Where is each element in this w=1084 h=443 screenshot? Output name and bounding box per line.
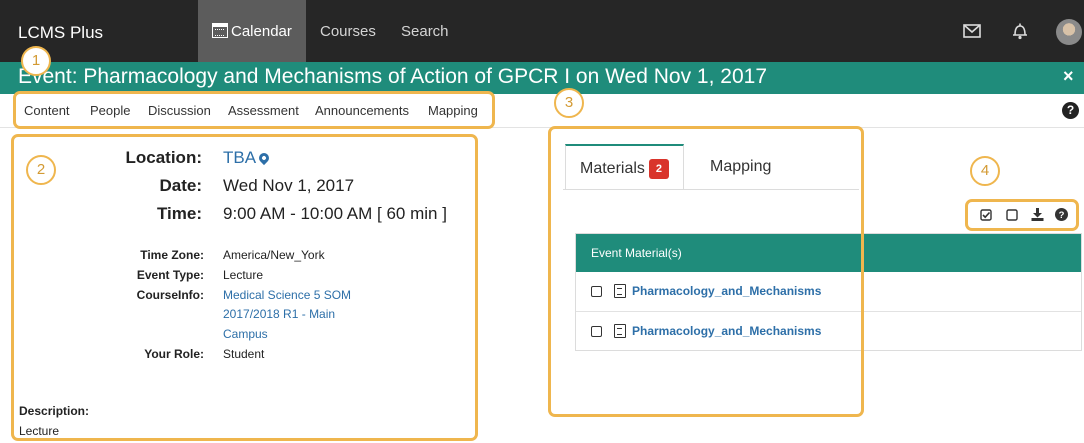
callout-3: 3 <box>554 88 584 118</box>
callout-4: 4 <box>970 156 1000 186</box>
calendar-icon <box>212 23 228 38</box>
highlight-box-3 <box>548 126 864 417</box>
event-title-bar: Event: Pharmacology and Mechanisms of Ac… <box>0 62 1084 94</box>
callout-2: 2 <box>26 155 56 185</box>
close-icon[interactable]: × <box>1063 66 1074 87</box>
nav-tab-calendar-label: Calendar <box>231 23 292 40</box>
bell-icon[interactable] <box>1009 20 1031 42</box>
mail-icon[interactable] <box>961 20 983 42</box>
brand-logo[interactable]: LCMS Plus <box>18 23 103 43</box>
nav-tab-search[interactable]: Search <box>401 0 449 62</box>
help-icon[interactable]: ? <box>1062 102 1079 119</box>
nav-tab-courses[interactable]: Courses <box>320 0 376 62</box>
highlight-box-1 <box>13 91 495 129</box>
callout-1: 1 <box>21 46 51 76</box>
top-navbar: LCMS Plus Calendar Courses Search <box>0 0 1084 62</box>
user-avatar[interactable] <box>1056 19 1082 45</box>
highlight-box-4 <box>965 199 1079 231</box>
highlight-box-2 <box>11 134 478 441</box>
nav-tab-calendar[interactable]: Calendar <box>198 0 306 62</box>
event-title: Event: Pharmacology and Mechanisms of Ac… <box>18 65 767 88</box>
